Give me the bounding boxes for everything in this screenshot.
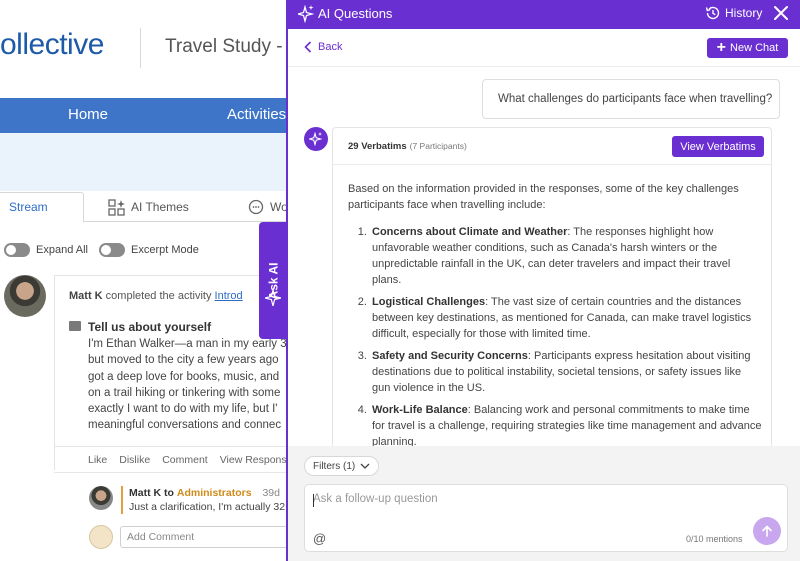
- post-line: on a trail hiking or tinkering with some: [88, 386, 281, 399]
- followup-box: @ 0/10 mentions: [304, 484, 788, 552]
- speech-bubble-icon: [248, 199, 264, 215]
- question-icon: [69, 321, 81, 331]
- reply-audience: Administrators: [176, 487, 252, 499]
- history-button[interactable]: History: [705, 5, 762, 21]
- post-line: got a deep love for books, music, and: [88, 370, 280, 383]
- verbatims-count-text: 29 Verbatims: [348, 141, 407, 152]
- response-body: Based on the information provided in the…: [348, 181, 762, 455]
- verbatims-count: 29 Verbatims (7 Participants): [348, 141, 467, 152]
- post-header: Matt K completed the activity Introd: [69, 290, 243, 302]
- reply-highlight-bar: [121, 486, 123, 514]
- post-line: meaningful conversations and connec: [88, 419, 282, 432]
- ai-questions-panel: AI Questions History Back + New Chat Wha…: [286, 0, 800, 561]
- nav-activities[interactable]: Activities: [227, 106, 286, 123]
- ai-themes-icon: [108, 198, 125, 216]
- list-item: Logistical Challenges: The vast size of …: [370, 294, 762, 343]
- followup-input[interactable]: [313, 493, 713, 505]
- participants-count: (7 Participants): [409, 141, 467, 151]
- post-line: I'm Ethan Walker—a man in my early 3: [88, 338, 287, 350]
- post-actions: Like Dislike Comment View Respons: [88, 454, 287, 466]
- item-title: Safety and Security Concerns: [372, 349, 528, 362]
- author-avatar[interactable]: [4, 275, 46, 317]
- ask-ai-tab[interactable]: Ask AI: [259, 222, 287, 339]
- page-title: Travel Study - N: [165, 36, 302, 57]
- post-author[interactable]: Matt K: [69, 290, 103, 302]
- nav-home[interactable]: Home: [68, 106, 108, 123]
- reply-to-word: to: [164, 487, 174, 499]
- item-title: Logistical Challenges: [372, 295, 486, 308]
- tab-stream-label: Stream: [9, 200, 48, 214]
- new-chat-button[interactable]: + New Chat: [707, 38, 788, 58]
- mentions-counter: 0/10 mentions: [686, 534, 743, 544]
- panel-footer: Filters (1) @ 0/10 mentions: [288, 446, 800, 561]
- sparkle-icon: [265, 290, 281, 306]
- history-label: History: [725, 6, 763, 20]
- chevron-left-icon: [304, 41, 312, 53]
- ai-response-card: 29 Verbatims (7 Participants) View Verbat…: [332, 127, 772, 457]
- tab-ai-themes[interactable]: AI Themes: [108, 192, 189, 222]
- challenges-list: Concerns about Climate and Weather: The …: [348, 224, 762, 451]
- post-action: completed the activity: [105, 290, 212, 302]
- panel-header: AI Questions History: [288, 0, 800, 29]
- chevron-down-icon: [360, 463, 370, 469]
- list-item: Safety and Security Concerns: Participan…: [370, 348, 762, 397]
- post-body: I'm Ethan Walker—a man in my early 3 but…: [88, 336, 288, 434]
- like-button[interactable]: Like: [88, 454, 107, 466]
- question-title: Tell us about yourself: [88, 320, 212, 334]
- post-line: exactly I want to do with my life, but I…: [88, 403, 278, 416]
- new-chat-label: New Chat: [730, 42, 779, 54]
- activity-link[interactable]: Introd: [215, 290, 243, 302]
- tab-ai-themes-label: AI Themes: [131, 200, 189, 214]
- divider: [54, 446, 286, 447]
- post-line: but moved to the city a few years ago: [88, 354, 279, 367]
- arrow-up-icon: [762, 525, 772, 537]
- comment-button[interactable]: Comment: [162, 454, 208, 466]
- expand-all-label: Expand All: [36, 244, 88, 256]
- close-icon[interactable]: [772, 4, 790, 22]
- expand-all-toggle[interactable]: [4, 243, 30, 257]
- history-icon: [705, 6, 720, 20]
- list-item: Work-Life Balance: Balancing work and pe…: [370, 402, 762, 451]
- plus-icon: +: [716, 39, 727, 56]
- view-verbatims-button[interactable]: View Verbatims: [672, 136, 764, 157]
- header-divider: [140, 28, 141, 68]
- excerpt-mode-toggle-row[interactable]: Excerpt Mode: [99, 243, 199, 257]
- expand-all-toggle-row[interactable]: Expand All: [4, 243, 88, 257]
- ai-avatar: [304, 127, 328, 151]
- user-question-bubble: What challenges do participants face whe…: [482, 79, 780, 119]
- item-title: Concerns about Climate and Weather: [372, 225, 568, 238]
- tab-word[interactable]: Wo: [248, 192, 288, 222]
- text-caret: [313, 494, 314, 507]
- back-label: Back: [318, 41, 343, 53]
- filters-button[interactable]: Filters (1): [304, 456, 380, 476]
- brand-logo: ollective: [0, 28, 104, 61]
- dislike-button[interactable]: Dislike: [119, 454, 150, 466]
- filters-label: Filters (1): [313, 460, 356, 472]
- panel-title: AI Questions: [318, 6, 393, 21]
- send-button[interactable]: [753, 517, 781, 545]
- reply-header: Matt K to Administrators 39d: [129, 487, 280, 499]
- panel-toolbar: Back + New Chat: [288, 29, 800, 67]
- reply-age: 39d: [262, 487, 280, 499]
- mention-icon[interactable]: @: [313, 531, 326, 546]
- reply-text: Just a clarification, I'm actually 32: [129, 501, 286, 513]
- list-item: Concerns about Climate and Weather: The …: [370, 224, 762, 289]
- excerpt-mode-toggle[interactable]: [99, 243, 125, 257]
- reply-author[interactable]: Matt K: [129, 487, 161, 499]
- sparkle-icon: [309, 132, 323, 146]
- response-intro: Based on the information provided in the…: [348, 183, 739, 212]
- sparkle-icon: [298, 5, 314, 23]
- divider: [54, 472, 286, 473]
- reply-avatar[interactable]: [89, 486, 113, 510]
- item-title: Work-Life Balance: [372, 403, 468, 416]
- excerpt-mode-label: Excerpt Mode: [131, 244, 199, 256]
- tab-stream[interactable]: Stream: [0, 192, 84, 223]
- current-user-avatar: [89, 525, 113, 549]
- back-button[interactable]: Back: [304, 41, 342, 53]
- view-responses-button[interactable]: View Respons: [220, 454, 287, 466]
- response-header: 29 Verbatims (7 Participants) View Verbat…: [333, 128, 771, 165]
- add-comment-input[interactable]: Add Comment: [120, 526, 290, 548]
